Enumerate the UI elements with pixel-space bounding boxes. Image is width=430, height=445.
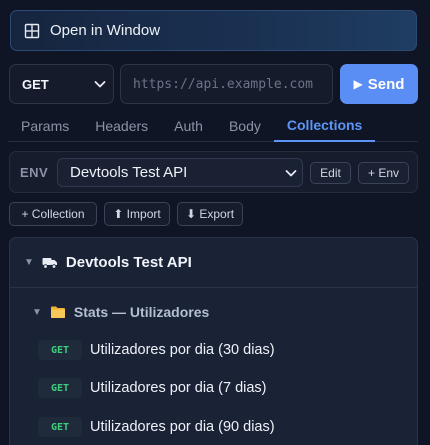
send-button[interactable]: ▶ Send <box>340 64 418 104</box>
folder-name: Stats — Utilizadores <box>73 304 210 320</box>
method-value: GET <box>22 76 49 92</box>
play-icon: ▶ <box>353 77 363 91</box>
request-name: Utilizadores por dia (7 dias) <box>90 380 267 396</box>
tab-headers[interactable]: Headers <box>82 110 161 141</box>
send-label: Send <box>367 75 405 93</box>
request-item[interactable]: GET Utilizadores por dia (90 dias) <box>10 409 417 445</box>
env-label: ENV <box>20 165 49 180</box>
tab-auth-label: Auth <box>174 117 203 134</box>
export-label: ⬇ Export <box>185 207 235 221</box>
tab-params[interactable]: Params <box>8 110 82 141</box>
request-tabs: Params Headers Auth Body Collections <box>8 110 418 142</box>
add-env-button[interactable]: + Env <box>358 162 409 184</box>
collection-name: Devtools Test API <box>65 254 192 271</box>
edit-env-label: Edit <box>320 166 341 180</box>
url-input[interactable]: https://api.example.com <box>120 64 333 104</box>
url-placeholder: https://api.example.com <box>133 76 314 92</box>
open-in-window-button[interactable]: Open in Window <box>10 10 417 51</box>
tab-collections[interactable]: Collections <box>273 110 376 142</box>
export-button[interactable]: ⬇ Export <box>177 202 243 226</box>
tab-auth[interactable]: Auth <box>161 110 216 141</box>
environment-value: Devtools Test API <box>70 164 188 181</box>
method-select[interactable]: GET <box>9 64 114 104</box>
method-badge: GET <box>38 378 82 398</box>
tab-params-label: Params <box>21 117 70 134</box>
request-item[interactable]: GET Utilizadores por dia (30 dias) <box>10 332 417 368</box>
tab-headers-label: Headers <box>95 117 149 134</box>
method-badge: GET <box>38 417 82 437</box>
edit-env-button[interactable]: Edit <box>310 162 351 184</box>
request-name: Utilizadores por dia (30 dias) <box>90 342 275 358</box>
folder-row[interactable]: ▼ Stats — Utilizadores <box>10 288 417 336</box>
add-collection-label: + Collection <box>21 207 85 221</box>
import-button[interactable]: ⬆ Import <box>104 202 170 226</box>
environment-bar: ENV Devtools Test API Edit + Env <box>9 151 418 193</box>
import-label: ⬆ Import <box>113 207 161 221</box>
request-item[interactable]: GET Utilizadores por dia (7 dias) <box>10 370 417 406</box>
add-env-label: + Env <box>367 166 400 180</box>
chevron-down-icon <box>284 166 298 180</box>
tab-body-label: Body <box>228 117 261 134</box>
truck-icon <box>42 257 58 269</box>
add-collection-button[interactable]: + Collection <box>9 202 97 226</box>
chevron-down-icon <box>93 77 107 91</box>
request-name: Utilizadores por dia (90 dias) <box>90 419 275 435</box>
method-badge: GET <box>38 340 82 360</box>
collection-panel: ▼ Devtools Test API ▼ Stats — Utilizador… <box>9 237 418 445</box>
tab-collections-label: Collections <box>286 117 363 133</box>
window-grid-icon <box>24 23 40 39</box>
collapse-triangle-icon: ▼ <box>24 257 34 268</box>
open-in-window-label: Open in Window <box>50 22 161 39</box>
environment-select[interactable]: Devtools Test API <box>57 158 303 187</box>
tab-body[interactable]: Body <box>216 110 274 141</box>
collapse-triangle-icon: ▼ <box>32 306 42 318</box>
collection-header[interactable]: ▼ Devtools Test API <box>10 238 417 288</box>
folder-icon <box>50 305 66 319</box>
